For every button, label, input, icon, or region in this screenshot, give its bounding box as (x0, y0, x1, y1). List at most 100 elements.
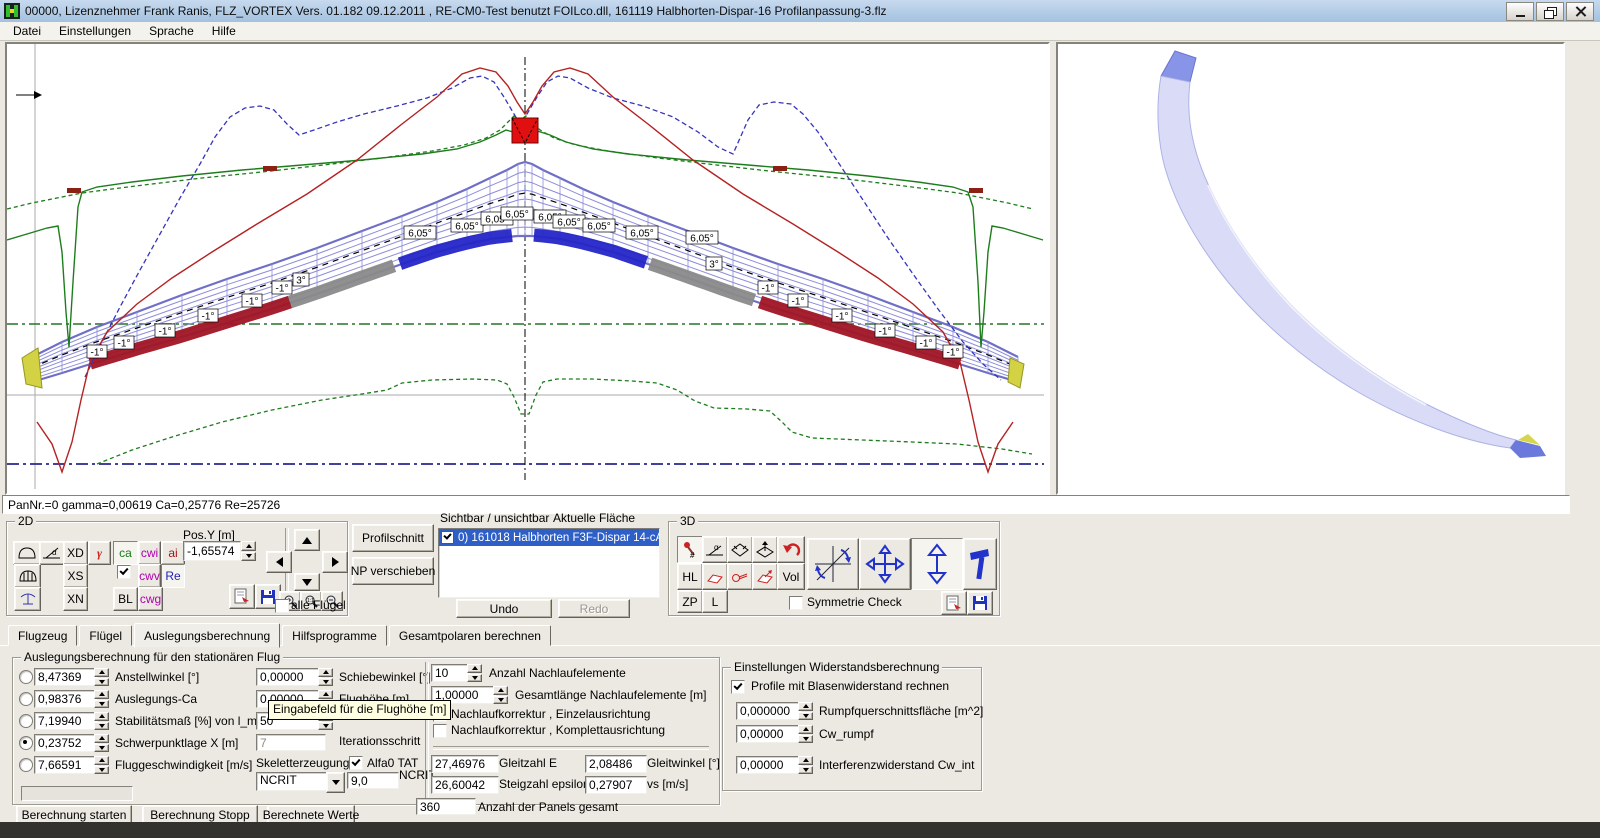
cw-rumpf-input[interactable] (736, 725, 802, 743)
stabilitaetsmass-input[interactable] (34, 712, 98, 730)
export-3d-button[interactable] (941, 591, 967, 615)
radio-fluggeschwindigkeit[interactable] (19, 758, 33, 772)
ncrit-value-input[interactable] (347, 772, 399, 789)
screw-button[interactable] (727, 563, 753, 590)
alle-fluegel-checkbox[interactable] (275, 599, 289, 613)
vol-button[interactable]: Vol (777, 563, 805, 590)
rotate-3d-button[interactable] (807, 538, 859, 590)
save-3d-button[interactable] (967, 591, 993, 615)
view-3d-panel[interactable] (1056, 42, 1565, 495)
build-3d-button[interactable] (963, 538, 997, 590)
schwerpunktlage-spinner[interactable] (94, 734, 109, 752)
panel-arrow-button[interactable] (752, 563, 778, 590)
schwerpunktlage-input[interactable] (34, 734, 98, 752)
blasenwiderstand-checkbox[interactable] (731, 680, 745, 694)
panel-view-button[interactable] (727, 536, 753, 563)
nachlaufkorrektur-komplett-checkbox[interactable] (433, 724, 447, 738)
tab-hilfsprogramme[interactable]: Hilfsprogramme (282, 625, 387, 646)
pan-left-button[interactable] (266, 551, 292, 573)
schiebewinkel-input[interactable] (256, 668, 322, 686)
menu-datei[interactable]: Datei (4, 23, 50, 39)
reset-view-button[interactable] (777, 536, 805, 563)
rumpfquerschnitt-input[interactable] (736, 702, 802, 720)
radio-auslegungs-ca[interactable] (19, 692, 33, 706)
zoom-3d-button[interactable] (911, 538, 963, 590)
radio-schwerpunktlage[interactable] (19, 736, 33, 750)
gleitzahl-field[interactable] (431, 755, 499, 773)
pan-up-button[interactable] (294, 529, 320, 551)
view-alpha-button[interactable]: α (39, 541, 65, 565)
auslegungs-ca-spinner[interactable] (94, 690, 109, 708)
iterationsschritt-input[interactable] (256, 734, 326, 751)
pan-right-button[interactable] (322, 551, 348, 573)
view-mesh-button[interactable] (14, 564, 41, 588)
cw-rumpf-spinner[interactable] (798, 725, 813, 743)
view-wing-outline-button[interactable] (13, 541, 41, 565)
pan-down-button[interactable] (294, 573, 320, 591)
titlebar[interactable]: 00000, Lizenznehmer Frank Ranis, FLZ_VOR… (0, 0, 1600, 22)
view-gamma-button[interactable]: γ (88, 541, 111, 565)
tab-flugzeug[interactable]: Flugzeug (8, 625, 77, 646)
ncrit-select[interactable]: NCRIT (256, 772, 332, 791)
hl-button[interactable]: HL (677, 563, 703, 590)
posy-spin-up-icon[interactable] (241, 541, 256, 551)
auslegungs-ca-input[interactable] (34, 690, 98, 708)
ncrit-select-arrow[interactable] (326, 772, 345, 793)
tab-gesamtpolaren[interactable]: Gesamtpolaren berechnen (389, 625, 551, 646)
plot-2d-panel[interactable]: 6,05°6,05°6,05°6,05°6,05°6,05°6,05°6,05°… (5, 42, 1050, 495)
panels-gesamt-field[interactable] (416, 798, 476, 815)
render-paint-button[interactable]: # (677, 536, 703, 563)
surfaces-listbox[interactable]: 0) 161018 Halbhorten F3F-Dispar 14-cA=0 … (438, 528, 660, 598)
menu-sprache[interactable]: Sprache (140, 23, 203, 39)
steigzahl-field[interactable] (431, 776, 499, 794)
vs-field[interactable] (585, 776, 647, 794)
rumpfquerschnitt-spinner[interactable] (798, 702, 813, 720)
cw-int-spinner[interactable] (798, 756, 813, 774)
radio-stabilitaetsmass[interactable] (19, 714, 33, 728)
alfa0-tat-checkbox[interactable] (349, 756, 363, 770)
move-3d-button[interactable] (859, 538, 911, 590)
view-cwi-button[interactable]: cwi (138, 541, 161, 565)
anstellwinkel-spinner[interactable] (94, 668, 109, 686)
minimize-button[interactable] (1506, 2, 1534, 21)
redo-button[interactable]: Redo (558, 599, 630, 618)
view-xs-button[interactable]: XS (63, 564, 88, 588)
tab-auslegungsberechnung[interactable]: Auslegungsberechnung (134, 623, 280, 648)
zp-button[interactable]: ZP (677, 590, 703, 613)
view-ca-button[interactable]: ca (113, 541, 138, 565)
view-xn-button[interactable]: XN (63, 587, 88, 611)
view-cwg-button[interactable]: cwg (138, 587, 163, 611)
tab-fluegel[interactable]: Flügel (79, 625, 132, 646)
menu-hilfe[interactable]: Hilfe (203, 23, 245, 39)
nachlauf-laenge-spinner[interactable] (493, 686, 508, 704)
menu-einstellungen[interactable]: Einstellungen (50, 23, 140, 39)
view-ai-button[interactable]: ai (161, 541, 185, 565)
export-2d-button[interactable] (229, 584, 255, 609)
panel-red-button[interactable] (702, 563, 728, 590)
posy-input[interactable] (183, 541, 241, 561)
fluggeschwindigkeit-input[interactable] (34, 756, 98, 774)
alpha-3d-button[interactable]: α (702, 536, 728, 563)
radio-anstellwinkel[interactable] (19, 670, 33, 684)
surface-list-item[interactable]: 0) 161018 Halbhorten F3F-Dispar 14-cA=0 … (439, 529, 659, 546)
view-cwv-button[interactable]: cwv (138, 564, 161, 588)
surface-visible-checkbox[interactable] (441, 531, 454, 544)
posy-spin-down-icon[interactable] (241, 552, 256, 562)
schiebewinkel-spinner[interactable] (318, 668, 333, 686)
anstellwinkel-input[interactable] (34, 668, 98, 686)
view-xd-button[interactable]: XD (63, 541, 88, 565)
cw-int-input[interactable] (736, 756, 802, 774)
posy-spinner[interactable] (241, 541, 256, 561)
fluggeschwindigkeit-spinner[interactable] (94, 756, 109, 774)
view-re-button[interactable]: Re (161, 564, 185, 588)
undo-button[interactable]: Undo (456, 599, 552, 618)
panel-normal-3d-button[interactable] (752, 536, 778, 563)
nachlauf-anzahl-spinner[interactable] (467, 664, 482, 682)
view-panel-normals-button[interactable] (14, 587, 41, 611)
symmetrie-check-checkbox[interactable] (789, 596, 803, 610)
np-verschieben-button[interactable]: NP verschieben (352, 557, 434, 585)
stabilitaetsmass-spinner[interactable] (94, 712, 109, 730)
profilschnitt-button[interactable]: Profilschnitt (352, 524, 434, 552)
ca-visibility-checkbox[interactable] (117, 565, 131, 579)
nachlauf-anzahl-input[interactable] (431, 664, 471, 682)
